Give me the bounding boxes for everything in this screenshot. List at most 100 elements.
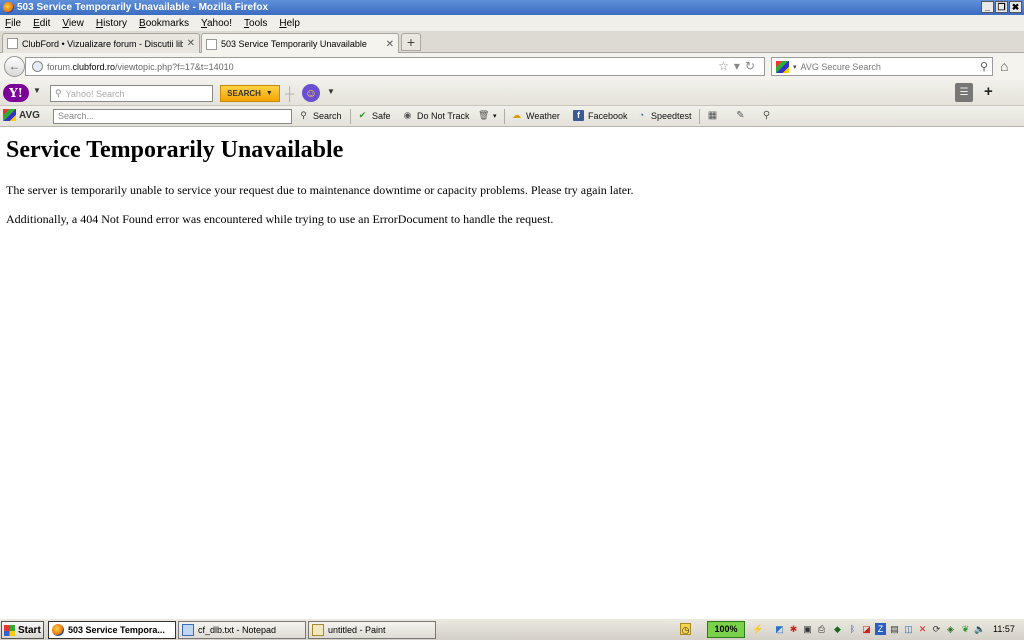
menu-help[interactable]: Help [279, 18, 300, 29]
trash-icon: 🗑 [478, 110, 490, 120]
add-icon[interactable]: + [984, 83, 993, 100]
yahoo-logo-icon[interactable]: Y! [3, 84, 29, 102]
menu-file[interactable]: File [5, 18, 21, 29]
notepad-icon [182, 624, 194, 636]
tab-503-error[interactable]: 503 Service Temporarily Unavailable ✕ [201, 33, 399, 54]
taskbar-item-notepad[interactable]: cf_dlb.txt - Notepad [178, 621, 306, 639]
yahoo-messenger-icon[interactable]: ☺ [302, 84, 320, 102]
sync-icon[interactable]: ⟳ [931, 623, 942, 635]
close-button[interactable]: ✖ [1009, 1, 1022, 13]
tab-close-icon[interactable]: ✕ [386, 39, 394, 50]
menu-view[interactable]: View [62, 18, 84, 29]
navigation-bar: ← forum. clubford.ro/viewtopic.php?f=17&t… [0, 53, 1024, 80]
z-app-icon[interactable]: Z [875, 623, 886, 635]
shield-check-icon: ✔ [358, 110, 367, 120]
do-not-track-label: Do Not Track [417, 110, 470, 121]
back-button[interactable]: ← [4, 56, 25, 77]
avg-toolbar: AVG Search... ⚲ Search ✔ Safe ◉ Do Not Trac… [0, 106, 1024, 127]
taskbar-item-firefox[interactable]: 503 Service Tempora... [48, 621, 176, 639]
security-icon[interactable]: ◆ [832, 623, 843, 635]
menu-history[interactable]: History [96, 18, 127, 29]
taskbar-item-label: untitled - Paint [328, 625, 386, 635]
search-engine-dropdown-icon[interactable]: ▾ [793, 63, 797, 71]
toolbar-separator [504, 109, 505, 124]
taskbar-item-label: 503 Service Tempora... [68, 625, 165, 635]
yahoo-search-input[interactable]: ⚲ Yahoo! Search [50, 85, 213, 102]
yahoo-menu-dropdown-icon[interactable]: ▼ [33, 86, 41, 95]
shield-icon[interactable]: ◈ [945, 623, 956, 635]
network-icon[interactable]: ◩ [774, 623, 785, 635]
bookmark-star-icon[interactable]: ☆ [718, 59, 734, 73]
printer-icon[interactable]: ⎙ [816, 623, 827, 635]
facebook-icon: f [573, 110, 584, 121]
history-dropdown-icon[interactable]: ▾ [734, 59, 745, 73]
volume-icon[interactable]: 🔈 [974, 623, 985, 635]
taskbar-item-label: cf_dlb.txt - Notepad [198, 625, 277, 635]
minimize-button[interactable]: _ [981, 1, 994, 13]
magnifier-icon[interactable]: ⚲ [760, 110, 773, 122]
facebook-button[interactable]: f Facebook [573, 110, 628, 121]
yahoo-search-button[interactable]: SEARCH ▼ [220, 85, 280, 102]
avg-search-engine-icon[interactable] [776, 60, 789, 73]
start-button[interactable]: Start [1, 621, 44, 639]
zoom-level-badge[interactable]: 100% [707, 621, 745, 638]
window-title-bar[interactable]: 503 Service Temporarily Unavailable - Mo… [0, 0, 1024, 15]
connection-icon[interactable]: ◫ [903, 623, 914, 635]
yahoo-search-button-label: SEARCH [227, 89, 261, 98]
error-message: The server is temporarily unable to serv… [6, 183, 634, 197]
yahoo-search-placeholder: Yahoo! Search [65, 88, 125, 99]
speedtest-label: Speedtest [651, 110, 692, 121]
page-icon [7, 38, 18, 49]
weather-button[interactable]: ☁ Weather [511, 110, 560, 121]
disconnected-icon[interactable]: ✕ [917, 623, 928, 635]
taskbar-item-paint[interactable]: untitled - Paint [308, 621, 436, 639]
menu-bar: File Edit View History Bookmarks Yahoo! … [0, 15, 1024, 31]
menu-yahoo[interactable]: Yahoo! [201, 18, 232, 29]
menu-tools[interactable]: Tools [244, 18, 267, 29]
weather-icon: ☁ [512, 110, 521, 120]
weather-label: Weather [526, 110, 560, 121]
reload-icon[interactable]: ↻ [745, 59, 760, 73]
menu-edit[interactable]: Edit [33, 18, 50, 29]
calculator-icon[interactable]: ▦ [706, 110, 719, 122]
messenger-dropdown-icon[interactable]: ▼ [327, 87, 335, 96]
antivirus-icon[interactable]: ✱ [788, 623, 799, 635]
do-not-track-button[interactable]: ◉ Do Not Track [402, 110, 470, 121]
leaf-icon[interactable]: ❦ [960, 623, 971, 635]
tab-close-icon[interactable]: ✕ [187, 38, 195, 49]
avg-logo[interactable]: AVG [3, 109, 40, 121]
system-tray: ◷ 100% ⚡ ◩ ✱ ▣ ⎙ ◆ ᛒ ◪ Z ▤ ◫ ✕ ⟳ ◈ ❦ 🔈 1… [676, 621, 1024, 639]
globe-icon [32, 61, 43, 72]
chevron-down-icon[interactable]: ▾ [493, 112, 497, 120]
speedtest-button[interactable]: ◔ Speedtest [636, 110, 692, 121]
avg-search-button[interactable]: ⚲ Search [298, 110, 341, 121]
tab-clubford[interactable]: ClubFord • Vizualizare forum - Discutii … [2, 33, 200, 53]
plug-icon[interactable]: ⚡ [752, 623, 763, 635]
restore-button[interactable]: ❐ [995, 1, 1008, 13]
search-icon: ⚲ [300, 110, 307, 120]
address-bar[interactable]: forum. clubford.ro/viewtopic.php?f=17&t=1… [25, 57, 765, 76]
monitor-icon[interactable]: ▤ [889, 623, 900, 635]
avg-safe-label: Safe [372, 110, 391, 121]
error-detail: Additionally, a 404 Not Found error was … [6, 212, 554, 226]
clock-app-icon[interactable]: ◷ [680, 623, 691, 635]
avg-safe-button[interactable]: ✔ Safe [357, 110, 391, 121]
notepad-icon[interactable]: ✎ [734, 110, 747, 122]
new-tab-button[interactable]: + [401, 33, 421, 51]
bluetooth-icon[interactable]: ᛒ [847, 623, 858, 635]
toolbar-menu-icon[interactable]: ☰ [955, 83, 973, 102]
url-path: /viewtopic.php?f=17&t=14010 [115, 61, 234, 72]
search-placeholder: AVG Secure Search [800, 61, 881, 72]
search-icon[interactable]: ⚲ [980, 60, 988, 73]
taskbar: Start 503 Service Tempora... cf_dlb.txt … [0, 618, 1024, 640]
app-tray-icon[interactable]: ◪ [861, 623, 872, 635]
url-prefix: forum. [47, 61, 73, 72]
avg-search-input[interactable]: Search... [53, 109, 292, 124]
windows-logo-icon [4, 624, 15, 636]
display-icon[interactable]: ▣ [802, 623, 813, 635]
browser-cleanup-button[interactable]: 🗑 ▾ [478, 110, 497, 121]
chevron-down-icon[interactable]: ▼ [266, 90, 273, 97]
menu-bookmarks[interactable]: Bookmarks [139, 18, 189, 29]
home-icon[interactable]: ⌂ [1000, 58, 1008, 74]
search-bar[interactable]: ▾ AVG Secure Search ⚲ [771, 57, 993, 76]
